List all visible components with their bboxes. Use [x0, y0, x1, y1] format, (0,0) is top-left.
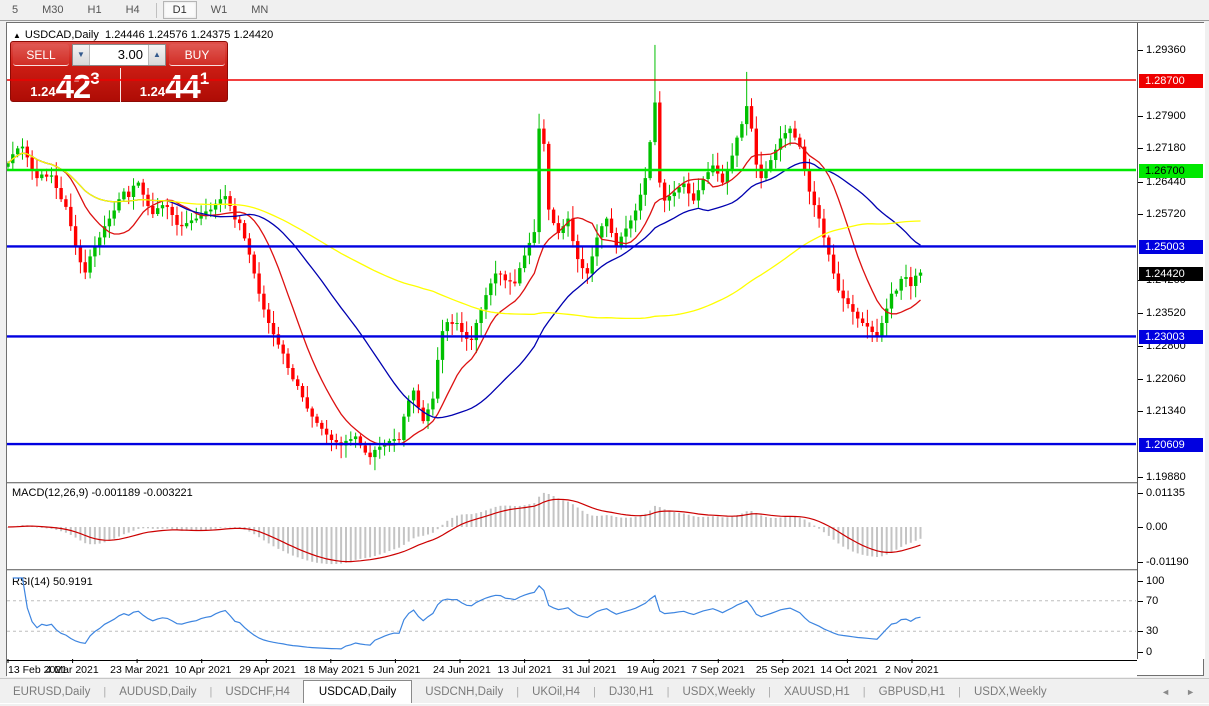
tab-scroll-right-icon[interactable]: ►: [1186, 687, 1195, 697]
chart-tab-audusd-daily[interactable]: AUDUSD,Daily: [106, 682, 209, 703]
chart-tab-usdx-weekly[interactable]: USDX,Weekly: [669, 682, 768, 703]
chart-tab-gbpusd-h1[interactable]: GBPUSD,H1: [866, 682, 958, 703]
price-axis-label: 1.21340: [1146, 405, 1186, 417]
timeframe-button-d1[interactable]: D1: [163, 1, 197, 19]
price-level-badge: 1.28700: [1139, 74, 1203, 88]
timeframe-button-h4[interactable]: H4: [116, 1, 150, 19]
timeframe-button-w1[interactable]: W1: [201, 1, 238, 19]
chart-window: ▲ USDCAD,Daily 1.24446 1.24576 1.24375 1.…: [6, 22, 1204, 676]
date-axis-label: 25 Sep 2021: [756, 664, 816, 676]
date-axis-label: 5 Jun 2021: [368, 664, 420, 676]
date-axis-label: 24 Jun 2021: [433, 664, 491, 676]
chart-tab-usdcnh-daily[interactable]: USDCNH,Daily: [412, 682, 516, 703]
buy-price-sup: 1: [200, 69, 209, 88]
timeframe-button-h1[interactable]: H1: [78, 1, 112, 19]
volume-increase-button[interactable]: ▲: [148, 45, 165, 65]
date-axis-label: 10 Apr 2021: [175, 664, 232, 676]
buy-price-big: 44: [165, 68, 200, 105]
date-axis-label: 18 May 2021: [304, 664, 365, 676]
macd-axis-label: 0.01135: [1146, 487, 1185, 499]
panel-separator[interactable]: [7, 569, 1205, 572]
tab-scroll-left-icon[interactable]: ◄: [1161, 687, 1170, 697]
one-click-trade-panel: SELL ▼ 3.00 ▲ BUY 1.24423 1.24441: [10, 41, 228, 102]
timeframe-button-5[interactable]: 5: [2, 1, 28, 19]
buy-quote[interactable]: 1.24441: [120, 68, 228, 102]
toolbar-separator: [156, 3, 157, 18]
chart-title: USDCAD,Daily: [25, 29, 99, 41]
sell-price-sup: 3: [90, 69, 99, 88]
chart-tab-usdcad-daily[interactable]: USDCAD,Daily: [303, 680, 412, 704]
chart-tab-eurusd-daily[interactable]: EURUSD,Daily: [0, 682, 103, 703]
price-axis: 1.293601.279001.271801.264401.257201.242…: [1137, 23, 1205, 659]
price-axis-label: 1.25720: [1146, 208, 1186, 220]
rsi-axis-label: 100: [1146, 575, 1164, 587]
chart-tab-dj30-h1[interactable]: DJ30,H1: [596, 682, 667, 703]
price-level-badge: 1.25003: [1139, 240, 1203, 254]
macd-axis-label: 0.00: [1146, 521, 1167, 533]
date-axis-label: 29 Apr 2021: [239, 664, 296, 676]
macd-axis-label: -0.01190: [1146, 556, 1189, 568]
chart-tab-usdchf-h4[interactable]: USDCHF,H4: [212, 682, 303, 703]
date-axis-label: 2 Nov 2021: [885, 664, 939, 676]
date-axis-label: 7 Sep 2021: [691, 664, 745, 676]
date-axis: 13 Feb 20214 Mar 202123 Mar 202110 Apr 2…: [7, 660, 1137, 677]
volume-stepper: ▼ 3.00 ▲: [72, 44, 166, 66]
volume-input[interactable]: 3.00: [90, 45, 148, 65]
price-axis-label: 1.29360: [1146, 44, 1186, 56]
timeframe-toolbar: 5M30 H1H4 D1W1MN: [0, 0, 1209, 21]
date-axis-label: 13 Jul 2021: [498, 664, 552, 676]
date-axis-label: 4 Mar 2021: [46, 664, 99, 676]
date-axis-label: 31 Jul 2021: [562, 664, 616, 676]
timeframe-button-m30[interactable]: M30: [32, 1, 73, 19]
rsi-axis-label: 0: [1146, 646, 1152, 658]
date-axis-label: 14 Oct 2021: [820, 664, 877, 676]
sell-price-big: 42: [56, 68, 91, 105]
chart-header: ▲ USDCAD,Daily 1.24446 1.24576 1.24375 1.…: [13, 29, 273, 41]
date-axis-label: 23 Mar 2021: [110, 664, 169, 676]
price-axis-label: 1.22060: [1146, 373, 1186, 385]
chart-tab-bar: EURUSD,Daily|AUDUSD,Daily|USDCHF,H4USDCA…: [0, 678, 1209, 703]
collapse-icon[interactable]: ▲: [13, 31, 21, 40]
buy-price-prefix: 1.24: [140, 84, 165, 99]
volume-decrease-button[interactable]: ▼: [73, 45, 90, 65]
sell-price-prefix: 1.24: [30, 84, 55, 99]
rsi-axis-label: 30: [1146, 625, 1158, 637]
rsi-axis-label: 70: [1146, 595, 1158, 607]
date-axis-label: 19 Aug 2021: [627, 664, 686, 676]
chart-ohlc-values: 1.24446 1.24576 1.24375 1.24420: [105, 29, 273, 41]
price-axis-label: 1.27180: [1146, 142, 1186, 154]
timeframe-button-mn[interactable]: MN: [241, 1, 278, 19]
price-level-badge: 1.24420: [1139, 267, 1203, 281]
buy-button[interactable]: BUY: [169, 44, 225, 66]
chart-tab-xauusd-h1[interactable]: XAUUSD,H1: [771, 682, 863, 703]
rsi-label: RSI(14) 50.9191: [12, 576, 93, 588]
macd-label: MACD(12,26,9) -0.001189 -0.003221: [12, 487, 193, 499]
price-axis-label: 1.23520: [1146, 307, 1186, 319]
chart-tab-ukoil-h4[interactable]: UKOil,H4: [519, 682, 593, 703]
sell-quote[interactable]: 1.24423: [11, 68, 119, 102]
trading-terminal: 5M30 H1H4 D1W1MN ▲ USDCAD,Daily 1.24446 1.2…: [0, 0, 1209, 706]
price-level-badge: 1.23003: [1139, 330, 1203, 344]
price-axis-label: 1.27900: [1146, 110, 1186, 122]
price-axis-label: 1.19880: [1146, 471, 1186, 483]
panel-separator[interactable]: [7, 482, 1205, 485]
sell-button[interactable]: SELL: [13, 44, 69, 66]
price-level-badge: 1.26700: [1139, 164, 1203, 178]
chart-tab-usdx-weekly[interactable]: USDX,Weekly: [961, 682, 1060, 703]
price-level-badge: 1.20609: [1139, 438, 1203, 452]
